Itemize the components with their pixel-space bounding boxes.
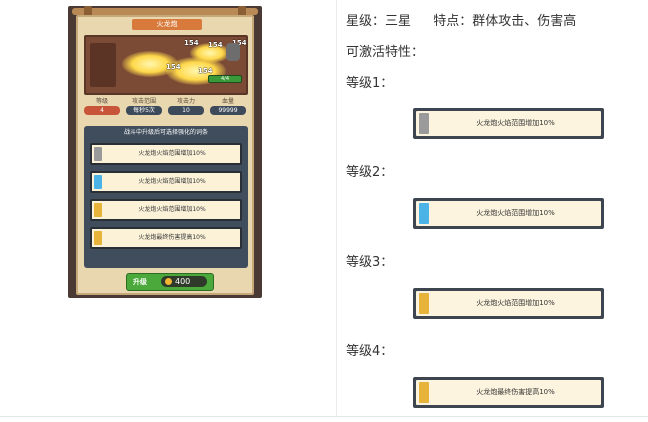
damage-number: 154	[184, 39, 199, 47]
skill-rarity-icon	[94, 175, 102, 189]
skill-text: 火龙炮火焰范围增加10%	[138, 150, 206, 157]
level-label: 等级4：	[346, 344, 394, 359]
skill-rarity-icon	[94, 147, 102, 161]
level-label: 等级3：	[346, 255, 394, 270]
damage-number: 154	[166, 63, 181, 71]
feature-text: 特点：群体攻击、伤害高	[433, 14, 577, 29]
skill-text: 火龙炮火焰范围增加10%	[138, 206, 206, 213]
skill-text: 火龙炮火焰范围增加10%	[138, 178, 206, 185]
stats-row: 等级 4 攻击范围 每秒5次 攻击力 10 血量 99999	[84, 97, 248, 123]
upgrade-cost: 400	[161, 276, 207, 287]
stat-value: 10	[168, 106, 204, 115]
level-skill-card: 火龙炮火焰范围增加10%	[413, 198, 604, 229]
damage-number: 154	[198, 67, 213, 75]
skill-option[interactable]: 火龙炮最终伤害提高10%	[90, 227, 242, 249]
rank-text: 星级：三星	[346, 14, 412, 29]
activatable-label: 可激活特性：	[346, 45, 425, 60]
stat-label: 攻击力	[176, 98, 195, 105]
stat-attack-power: 攻击力 10	[168, 97, 204, 115]
skills-panel: 战斗中升级后可选择强化的词条 火龙炮火焰范围增加10% 火龙炮火焰范围增加10%…	[84, 126, 248, 268]
game-screenshot: 火龙炮 154 154 154 154 154 4/4 等级 4 攻击范围 每秒…	[68, 6, 262, 298]
skill-text: 火龙炮火焰范围增加10%	[476, 209, 555, 217]
stat-value: 每秒5次	[126, 106, 162, 115]
upgrade-button[interactable]: 升级 400	[126, 273, 214, 291]
level-label: 等级2：	[346, 165, 394, 180]
stat-attack-range: 攻击范围 每秒5次	[126, 97, 162, 115]
stat-value: 4	[84, 106, 120, 115]
damage-number: 154	[208, 41, 223, 49]
skills-title: 战斗中升级后可选择强化的词条	[123, 129, 208, 136]
parchment-panel: 火龙炮 154 154 154 154 154 4/4 等级 4 攻击范围 每秒…	[76, 15, 254, 295]
level-label: 等级1：	[346, 76, 394, 91]
rank-feature-line: 星级：三星 特点：群体攻击、伤害高	[346, 10, 576, 29]
skill-option[interactable]: 火龙炮火焰范围增加10%	[90, 199, 242, 221]
tower-title: 火龙炮	[132, 19, 202, 30]
left-column: 火龙炮 154 154 154 154 154 4/4 等级 4 攻击范围 每秒…	[0, 0, 337, 416]
stat-label: 攻击范围	[131, 98, 156, 105]
stat-level: 等级 4	[84, 97, 120, 115]
skill-text: 火龙炮火焰范围增加10%	[476, 299, 555, 307]
skill-rarity-icon	[419, 203, 429, 224]
enemy-sprite	[226, 43, 240, 61]
stat-value: 99999	[210, 106, 246, 115]
enemy-hp-bar: 4/4	[208, 75, 242, 83]
bottom-divider	[0, 416, 648, 417]
skill-rarity-icon	[419, 113, 429, 134]
skill-text: 火龙炮最终伤害提高10%	[476, 388, 555, 396]
skill-option[interactable]: 火龙炮火焰范围增加10%	[90, 171, 242, 193]
level-skill-card: 火龙炮最终伤害提高10%	[413, 377, 604, 408]
battle-scene: 154 154 154 154 154 4/4	[84, 35, 248, 95]
upgrade-label: 升级	[133, 278, 147, 286]
stat-hp: 血量 99999	[210, 97, 246, 115]
skill-rarity-icon	[419, 382, 429, 403]
skill-option[interactable]: 火龙炮火焰范围增加10%	[90, 143, 242, 165]
skill-text: 火龙炮火焰范围增加10%	[476, 119, 555, 127]
skill-rarity-icon	[94, 231, 102, 245]
skill-rarity-icon	[94, 203, 102, 217]
skill-rarity-icon	[419, 293, 429, 314]
scroll-rod	[72, 8, 258, 15]
stat-label: 血量	[221, 98, 234, 105]
dragon-cannon-tower	[90, 43, 116, 87]
level-skill-card: 火龙炮火焰范围增加10%	[413, 288, 604, 319]
stat-label: 等级	[95, 98, 108, 105]
cost-value: 400	[175, 277, 191, 286]
level-skill-card: 火龙炮火焰范围增加10%	[413, 108, 604, 139]
skill-text: 火龙炮最终伤害提高10%	[138, 234, 206, 241]
right-column: 星级：三星 特点：群体攻击、伤害高 可激活特性： 等级1： 火龙炮火焰范围增加1…	[337, 0, 648, 416]
coin-icon	[165, 278, 172, 285]
